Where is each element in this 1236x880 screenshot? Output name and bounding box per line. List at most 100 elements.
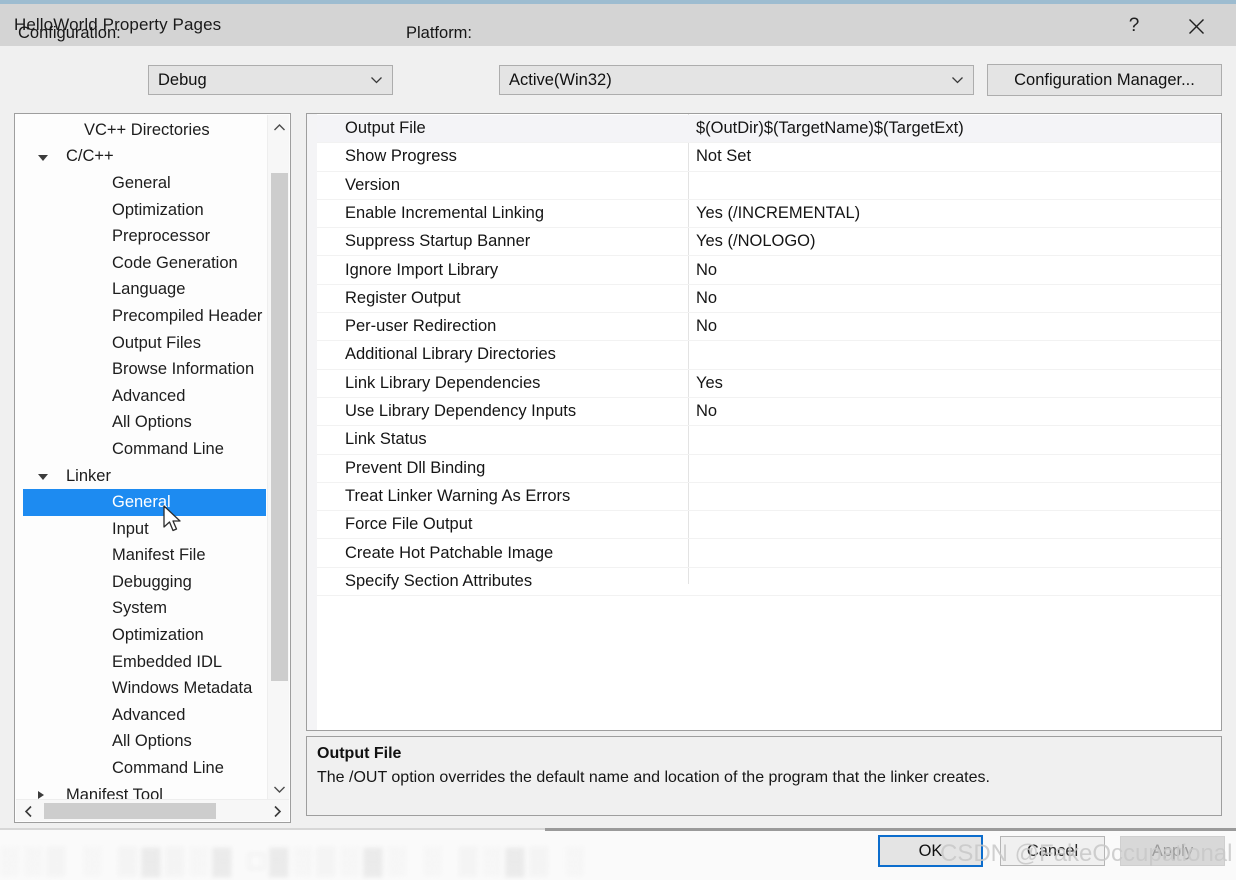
property-name: Register Output [345,288,461,307]
tree-item-all-options[interactable]: All Options [16,410,269,437]
tree-vscroll-thumb[interactable] [271,173,288,681]
property-row[interactable]: Create Hot Patchable Image [317,540,1221,568]
tree-item-general[interactable]: General [16,170,269,197]
platform-dropdown[interactable]: Active(Win32) [499,65,974,95]
configuration-value: Debug [158,70,207,89]
tree-item-preprocessor[interactable]: Preprocessor [16,223,269,250]
tree-item-label: C/C++ [66,147,114,166]
tree-item-all-options[interactable]: All Options [16,729,269,756]
property-row[interactable]: Suppress Startup Banner Yes (/NOLOGO) [317,228,1221,257]
tree-item-language[interactable]: Language [16,277,269,304]
property-value[interactable]: No [696,402,717,421]
chevron-down-icon [951,74,964,87]
property-row[interactable]: Link Library Dependencies Yes [317,370,1221,398]
tree-item-label: Advanced [112,705,186,724]
property-name: Ignore Import Library [345,260,499,279]
property-row[interactable]: Per-user Redirection No [317,313,1221,342]
property-pages-dialog: HelloWorld Property Pages ? Configuratio… [0,0,1236,880]
tree-item-label: Optimization [112,200,204,219]
property-name: Suppress Startup Banner [345,232,531,251]
tree-item-advanced[interactable]: Advanced [16,702,269,729]
tree-item-linker[interactable]: Linker [16,463,269,490]
property-value[interactable]: Yes (/NOLOGO) [696,232,816,251]
property-row[interactable]: Link Status [317,426,1221,455]
property-row[interactable]: Output File $(OutDir)$(TargetName)$(Targe… [317,115,1221,144]
chevron-left-icon[interactable] [16,800,40,822]
property-row[interactable]: Version [317,172,1221,200]
property-grid[interactable]: Output File $(OutDir)$(TargetName)$(Targe… [306,113,1222,731]
tree-item-debugging[interactable]: Debugging [16,569,269,596]
property-value[interactable]: Not Set [696,147,751,166]
tree-item-c-c[interactable]: C/C++ [16,144,269,171]
property-value[interactable]: Yes (/INCREMENTAL) [696,204,860,223]
help-icon[interactable]: ? [1112,8,1156,44]
property-row[interactable]: Enable Incremental Linking Yes (/INCREMEN… [317,200,1221,229]
tree-item-label: Input [112,519,149,538]
tree-item-optimization[interactable]: Optimization [16,197,269,224]
tree-item-advanced[interactable]: Advanced [16,383,269,410]
tree-item-label: Debugging [112,572,192,591]
chevron-up-icon[interactable] [268,115,290,139]
tree-item-label: Manifest File [112,546,206,565]
tree-item-command-line[interactable]: Command Line [16,755,269,782]
cancel-button[interactable]: Cancel [1000,836,1105,866]
configuration-dropdown[interactable]: Debug [148,65,393,95]
property-name: Prevent Dll Binding [345,458,486,477]
property-value[interactable]: Yes [696,374,723,393]
tree-item-input[interactable]: Input [16,516,269,543]
property-name: Force File Output [345,515,473,534]
tree-item-precompiled-header[interactable]: Precompiled Header [16,303,269,330]
ok-button[interactable]: OK [878,835,983,867]
property-name: Create Hot Patchable Image [345,543,554,562]
configuration-label: Configuration: [18,24,121,42]
tree-item-label: Output Files [112,333,201,352]
tree-item-vc-directories[interactable]: VC++ Directories [16,117,269,144]
tree-item-system[interactable]: System [16,596,269,623]
tree-item-manifest-file[interactable]: Manifest File [16,543,269,570]
close-icon[interactable] [1174,8,1218,44]
property-row[interactable]: Ignore Import Library No [317,257,1221,285]
description-body: The /OUT option overrides the default na… [317,769,990,786]
tree-item-command-line[interactable]: Command Line [16,436,269,463]
tree-item-label: Command Line [112,759,224,778]
settings-tree[interactable]: VC++ Directories C/C++ General Optimization… [16,115,269,801]
tree-item-label: All Options [112,413,192,432]
tree-item-optimization[interactable]: Optimization [16,622,269,649]
property-name: Additional Library Directories [345,345,556,364]
settings-tree-panel: VC++ Directories C/C++ General Optimization… [14,113,291,823]
property-row[interactable]: Use Library Dependency Inputs No [317,398,1221,427]
property-row[interactable]: Treat Linker Warning As Errors [317,483,1221,512]
property-row[interactable]: Force File Output [317,511,1221,540]
property-row[interactable]: Register Output No [317,285,1221,314]
platform-value: Active(Win32) [509,70,612,89]
property-row[interactable]: Show Progress Not Set [317,143,1221,172]
tree-item-general[interactable]: General [23,489,266,516]
expander-closed-icon[interactable] [38,790,44,799]
tree-horizontal-scrollbar[interactable] [16,799,289,821]
tree-vertical-scrollbar[interactable] [267,115,289,801]
tree-item-label: Browse Information [112,360,255,379]
property-value[interactable]: $(OutDir)$(TargetName)$(TargetExt) [696,119,964,138]
description-title: Output File [317,745,402,762]
expander-open-icon[interactable] [38,473,48,480]
property-row[interactable]: Specify Section Attributes [317,568,1221,597]
chevron-right-icon[interactable] [265,800,289,822]
tree-item-output-files[interactable]: Output Files [16,330,269,357]
property-name: Treat Linker Warning As Errors [345,486,571,505]
tree-item-windows-metadata[interactable]: Windows Metadata [16,675,269,702]
property-row[interactable]: Prevent Dll Binding [317,455,1221,483]
expander-open-icon[interactable] [38,154,48,161]
chevron-down-icon[interactable] [268,777,290,801]
apply-button[interactable]: Apply [1120,836,1225,866]
property-value[interactable]: No [696,289,717,308]
bleed-divider-dark [545,828,1236,831]
tree-item-code-generation[interactable]: Code Generation [16,250,269,277]
property-row[interactable]: Additional Library Directories [317,341,1221,370]
tree-item-browse-information[interactable]: Browse Information [16,356,269,383]
property-name: Version [345,175,401,194]
tree-item-embedded-idl[interactable]: Embedded IDL [16,649,269,676]
property-value[interactable]: No [696,317,717,336]
tree-hscroll-thumb[interactable] [44,803,216,819]
configuration-manager-button[interactable]: Configuration Manager... [987,64,1222,96]
property-value[interactable]: No [696,261,717,280]
